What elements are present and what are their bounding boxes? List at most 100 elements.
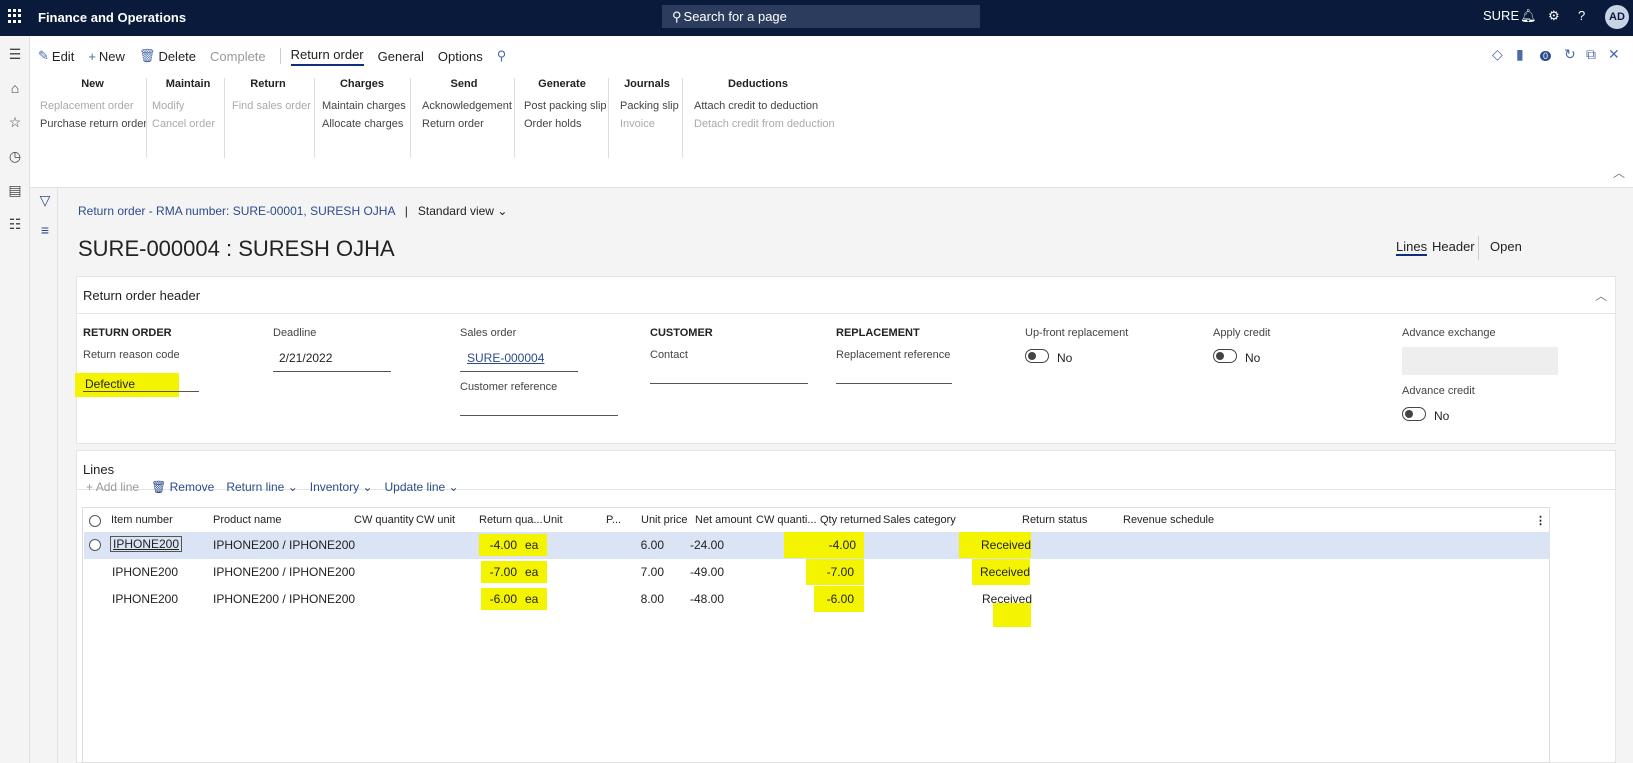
filter-icon[interactable]: ▽ [37, 192, 53, 208]
unit-price-cell[interactable]: 6.00 [624, 538, 664, 552]
update-line-menu[interactable]: Update line ⌄ [385, 480, 459, 494]
office-icon[interactable]: ▮ [1516, 46, 1524, 63]
detach-credit-button[interactable]: Detach credit from deduction [694, 118, 835, 130]
diamond-icon[interactable]: ◇ [1492, 46, 1503, 63]
row-select-radio[interactable] [89, 539, 101, 551]
column-header[interactable]: Revenue schedule [1123, 514, 1214, 526]
post-packing-slip-button[interactable]: Post packing slip [524, 100, 607, 112]
column-header[interactable]: Return status [1022, 514, 1087, 526]
select-all-radio[interactable] [89, 515, 101, 527]
product-name-cell[interactable]: IPHONE200 / IPHONE200 [213, 592, 355, 606]
packing-slip-button[interactable]: Packing slip [620, 100, 679, 112]
item-number-cell[interactable]: IPHONE200 [112, 592, 178, 606]
apply-credit-toggle[interactable] [1213, 349, 1237, 363]
product-name-cell[interactable]: IPHONE200 / IPHONE200 [213, 538, 355, 552]
card-title[interactable]: Return order header [83, 288, 200, 303]
column-header[interactable]: Product name [213, 514, 281, 526]
column-header[interactable]: Qty returned [820, 514, 881, 526]
product-name-cell[interactable]: IPHONE200 / IPHONE200 [213, 565, 355, 579]
workspace-icon[interactable]: ▤ [7, 182, 23, 198]
tab-open[interactable]: Open [1490, 239, 1522, 254]
return-status-cell[interactable]: Received [959, 532, 1031, 558]
column-header[interactable]: Return qua... [479, 514, 543, 526]
app-title[interactable]: Finance and Operations [38, 10, 186, 25]
inventory-menu[interactable]: Inventory ⌄ [310, 480, 373, 494]
item-number-cell[interactable]: IPHONE200 [110, 536, 183, 552]
hamburger-icon[interactable]: ☰ [7, 46, 23, 62]
unit-cell[interactable]: ea [519, 534, 547, 556]
add-line-button[interactable]: + Add line [86, 480, 139, 494]
new-button[interactable]: + New [88, 49, 125, 64]
order-holds-button[interactable]: Order holds [524, 118, 600, 130]
attach-credit-button[interactable]: Attach credit to deduction [694, 100, 822, 112]
tab-options[interactable]: Options [438, 49, 483, 64]
return-quantity-cell[interactable]: -6.00 [481, 588, 519, 610]
notification-badge[interactable]: 0 [1540, 46, 1552, 62]
reason-code-field[interactable]: Defective [75, 373, 179, 397]
qty-returned-cell[interactable]: -6.00 [814, 586, 864, 612]
return-line-menu[interactable]: Return line ⌄ [226, 480, 297, 494]
column-header[interactable]: CW unit [416, 514, 455, 526]
collapse-icon[interactable]: ︿ [1613, 164, 1625, 181]
upfront-replacement-toggle[interactable] [1025, 349, 1049, 363]
tab-lines[interactable]: Lines [1396, 239, 1428, 256]
home-icon[interactable]: ⌂ [7, 80, 23, 96]
close-icon[interactable]: ✕ [1608, 46, 1620, 63]
card-title[interactable]: Lines [83, 462, 114, 477]
edit-button[interactable]: ✎ Edit [38, 48, 74, 64]
breadcrumb-link[interactable]: Return order - RMA number: SURE-00001, S… [78, 204, 395, 218]
unit-price-cell[interactable]: 7.00 [624, 565, 664, 579]
gear-icon[interactable]: ⚙ [1548, 8, 1560, 24]
acknowledgement-button[interactable]: Acknowledgement [422, 100, 512, 112]
avatar[interactable]: AD [1605, 5, 1629, 29]
table-row[interactable]: IPHONE200 IPHONE200 / IPHONE200 -4.00 ea… [84, 532, 1550, 559]
company-selector[interactable]: SURE [1483, 8, 1519, 23]
tab-general[interactable]: General [378, 49, 424, 64]
send-return-order-button[interactable]: Return order [422, 118, 506, 130]
clock-icon[interactable]: ◷ [7, 148, 23, 164]
column-header[interactable]: Unit price [641, 514, 687, 526]
tab-header[interactable]: Header [1432, 239, 1475, 254]
delete-button[interactable]: 🗑︎ Delete [139, 48, 196, 64]
modules-icon[interactable]: ☷ [7, 216, 23, 232]
deadline-field[interactable]: 2/21/2022 [279, 351, 332, 365]
net-amount-cell[interactable]: -24.00 [674, 538, 724, 552]
column-header[interactable]: CW quanti... [756, 514, 817, 526]
cancel-order-button[interactable]: Cancel order [152, 118, 224, 130]
unit-cell[interactable]: ea [519, 561, 547, 583]
remove-button[interactable]: 🗑︎ Remove [151, 480, 214, 494]
app-launcher-icon[interactable] [8, 9, 22, 23]
collapse-icon[interactable]: ︿ [1595, 287, 1607, 304]
table-row[interactable]: IPHONE200 IPHONE200 / IPHONE200 -7.00 ea… [84, 559, 1550, 586]
complete-button[interactable]: Complete [210, 49, 266, 64]
bell-icon[interactable]: 🔔︎ [1520, 8, 1537, 24]
column-header[interactable]: Sales category [883, 514, 956, 526]
return-quantity-cell[interactable]: -7.00 [481, 561, 519, 583]
return-status-cell[interactable]: Received [972, 559, 1030, 585]
contact-field[interactable] [650, 383, 808, 384]
help-icon[interactable]: ? [1578, 8, 1585, 23]
column-header[interactable]: Item number [111, 514, 173, 526]
more-options-icon[interactable]: ⋮ [1535, 514, 1546, 527]
refresh-icon[interactable]: ↻ [1564, 46, 1576, 63]
replacement-reference-field[interactable] [836, 383, 952, 384]
qty-returned-cell[interactable]: -4.00 [784, 532, 864, 558]
list-icon[interactable]: ≡ [37, 222, 53, 238]
customer-reference-field[interactable] [460, 415, 618, 416]
sales-order-field[interactable]: SURE-000004 [467, 351, 544, 365]
search-icon[interactable]: ⚲ [497, 48, 510, 64]
invoice-button[interactable]: Invoice [620, 118, 674, 130]
net-amount-cell[interactable]: -49.00 [674, 565, 724, 579]
chevron-down-icon[interactable]: ⌄ [497, 204, 507, 218]
item-number-cell[interactable]: IPHONE200 [112, 565, 178, 579]
net-amount-cell[interactable]: -48.00 [674, 592, 724, 606]
modify-button[interactable]: Modify [152, 100, 224, 112]
view-selector[interactable]: Standard view [418, 204, 494, 218]
advance-credit-toggle[interactable] [1402, 407, 1426, 421]
column-header[interactable]: Net amount [695, 514, 752, 526]
allocate-charges-button[interactable]: Allocate charges [322, 118, 403, 130]
qty-returned-cell[interactable]: -7.00 [806, 559, 864, 585]
search-input[interactable]: ⚲ Search for a page [662, 5, 980, 28]
unit-price-cell[interactable]: 8.00 [624, 592, 664, 606]
return-quantity-cell[interactable]: -4.00 [479, 534, 519, 556]
